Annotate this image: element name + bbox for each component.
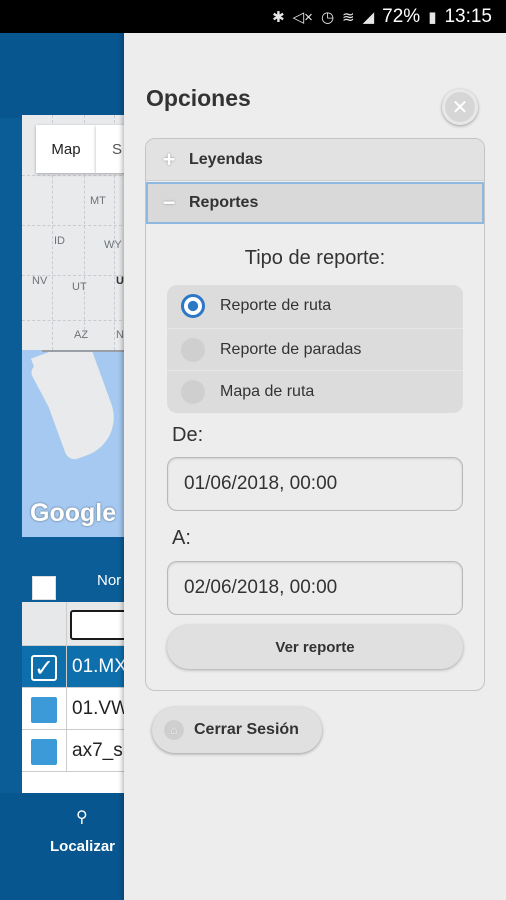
google-logo: Google xyxy=(30,499,117,527)
map-label: UT xyxy=(72,281,87,293)
close-button[interactable]: ✕ xyxy=(442,89,478,125)
search-icon: ⚲ xyxy=(76,809,88,826)
radio-mapa-de-ruta[interactable]: Mapa de ruta xyxy=(167,370,463,412)
view-report-button[interactable]: Ver reporte xyxy=(167,625,463,669)
table-header: Nor xyxy=(22,566,124,602)
row-name: 01.VW xyxy=(72,698,124,719)
accordion-leyendas[interactable]: + Leyendas xyxy=(146,139,484,181)
radio-indicator[interactable] xyxy=(181,379,205,404)
to-date-field[interactable]: 02/06/2018, 00:00 xyxy=(167,561,463,615)
bottom-nav-localizar[interactable]: ⚲ Localizar xyxy=(0,793,124,900)
row-checkbox[interactable]: ✓ xyxy=(31,655,57,682)
plus-icon: + xyxy=(162,146,176,172)
row-checkbox[interactable] xyxy=(31,739,57,765)
select-all-checkbox[interactable] xyxy=(32,576,56,600)
battery-percent: 72% xyxy=(382,5,421,27)
wifi-icon: ≋ xyxy=(342,8,355,26)
vehicle-table: Nor ✓ 01.MX 01.VW ax7_s xyxy=(22,566,124,806)
radio-reporte-de-ruta[interactable]: Reporte de ruta xyxy=(167,285,463,327)
logout-button[interactable]: ⌂ Cerrar Sesión xyxy=(152,707,322,753)
options-panel: Opciones ✕ + Leyendas − Reportes Tipo de… xyxy=(124,33,506,900)
country-border xyxy=(42,350,124,352)
home-icon: ⌂ xyxy=(164,720,184,740)
options-accordion: + Leyendas − Reportes Tipo de reporte: R… xyxy=(145,138,485,691)
map-label: NV xyxy=(32,275,48,287)
signal-icon: ◢ xyxy=(362,8,375,26)
map-view[interactable]: MT ID WY NV UT U AZ N Map S Google xyxy=(22,115,124,537)
radio-label: Reporte de ruta xyxy=(220,297,332,314)
clock: 13:15 xyxy=(444,5,492,27)
alarm-icon: ◷ xyxy=(320,8,335,26)
from-date-field[interactable]: 01/06/2018, 00:00 xyxy=(167,457,463,511)
map-label: WY xyxy=(104,239,122,251)
accordion-label: Leyendas xyxy=(189,150,263,168)
report-type-radio-group: Reporte de ruta Reporte de paradas Mapa … xyxy=(167,285,463,413)
status-bar: ✱ ◁× ◷ ≋ ◢ 72% ▮ 13:15 xyxy=(0,0,506,33)
map-label: N xyxy=(116,329,124,341)
app-header xyxy=(0,33,124,118)
table-row[interactable]: ✓ 01.MX xyxy=(22,646,124,688)
map-label: MT xyxy=(90,195,106,207)
radio-reporte-de-paradas[interactable]: Reporte de paradas xyxy=(167,328,463,370)
row-name: 01.MX xyxy=(72,656,124,677)
battery-icon: ▮ xyxy=(428,8,437,26)
from-label: De: xyxy=(172,424,204,446)
map-label: U xyxy=(116,275,124,287)
background-app: MT ID WY NV UT U AZ N Map S Google Nor ✓… xyxy=(0,33,124,900)
filter-input[interactable] xyxy=(70,610,124,640)
map-type-map-tab[interactable]: Map xyxy=(36,125,96,173)
bluetooth-icon: ✱ xyxy=(272,8,285,26)
column-header-name[interactable]: Nor xyxy=(97,572,121,589)
map-label: AZ xyxy=(74,329,89,341)
radio-indicator[interactable] xyxy=(181,337,205,362)
radio-indicator[interactable] xyxy=(181,294,205,318)
mute-icon: ◁× xyxy=(292,8,313,26)
accordion-label: Reportes xyxy=(189,194,259,211)
logout-label: Cerrar Sesión xyxy=(194,721,299,738)
panel-title: Opciones xyxy=(146,85,251,111)
accordion-reportes[interactable]: − Reportes xyxy=(146,182,484,224)
minus-icon: − xyxy=(162,190,176,215)
table-row[interactable]: 01.VW xyxy=(22,688,124,730)
table-row[interactable]: ax7_s xyxy=(22,730,124,772)
row-checkbox[interactable] xyxy=(31,697,57,723)
close-icon: ✕ xyxy=(451,96,469,119)
radio-label: Reporte de paradas xyxy=(220,340,362,358)
row-name: ax7_s xyxy=(72,740,123,761)
bottom-nav-label: Localizar xyxy=(50,838,116,855)
map-type-satellite-tab[interactable]: S xyxy=(96,125,124,173)
radio-label: Mapa de ruta xyxy=(220,382,315,400)
filter-row xyxy=(22,602,124,646)
to-label: A: xyxy=(172,527,191,549)
report-type-label: Tipo de reporte: xyxy=(244,247,386,269)
map-label: ID xyxy=(54,235,65,247)
